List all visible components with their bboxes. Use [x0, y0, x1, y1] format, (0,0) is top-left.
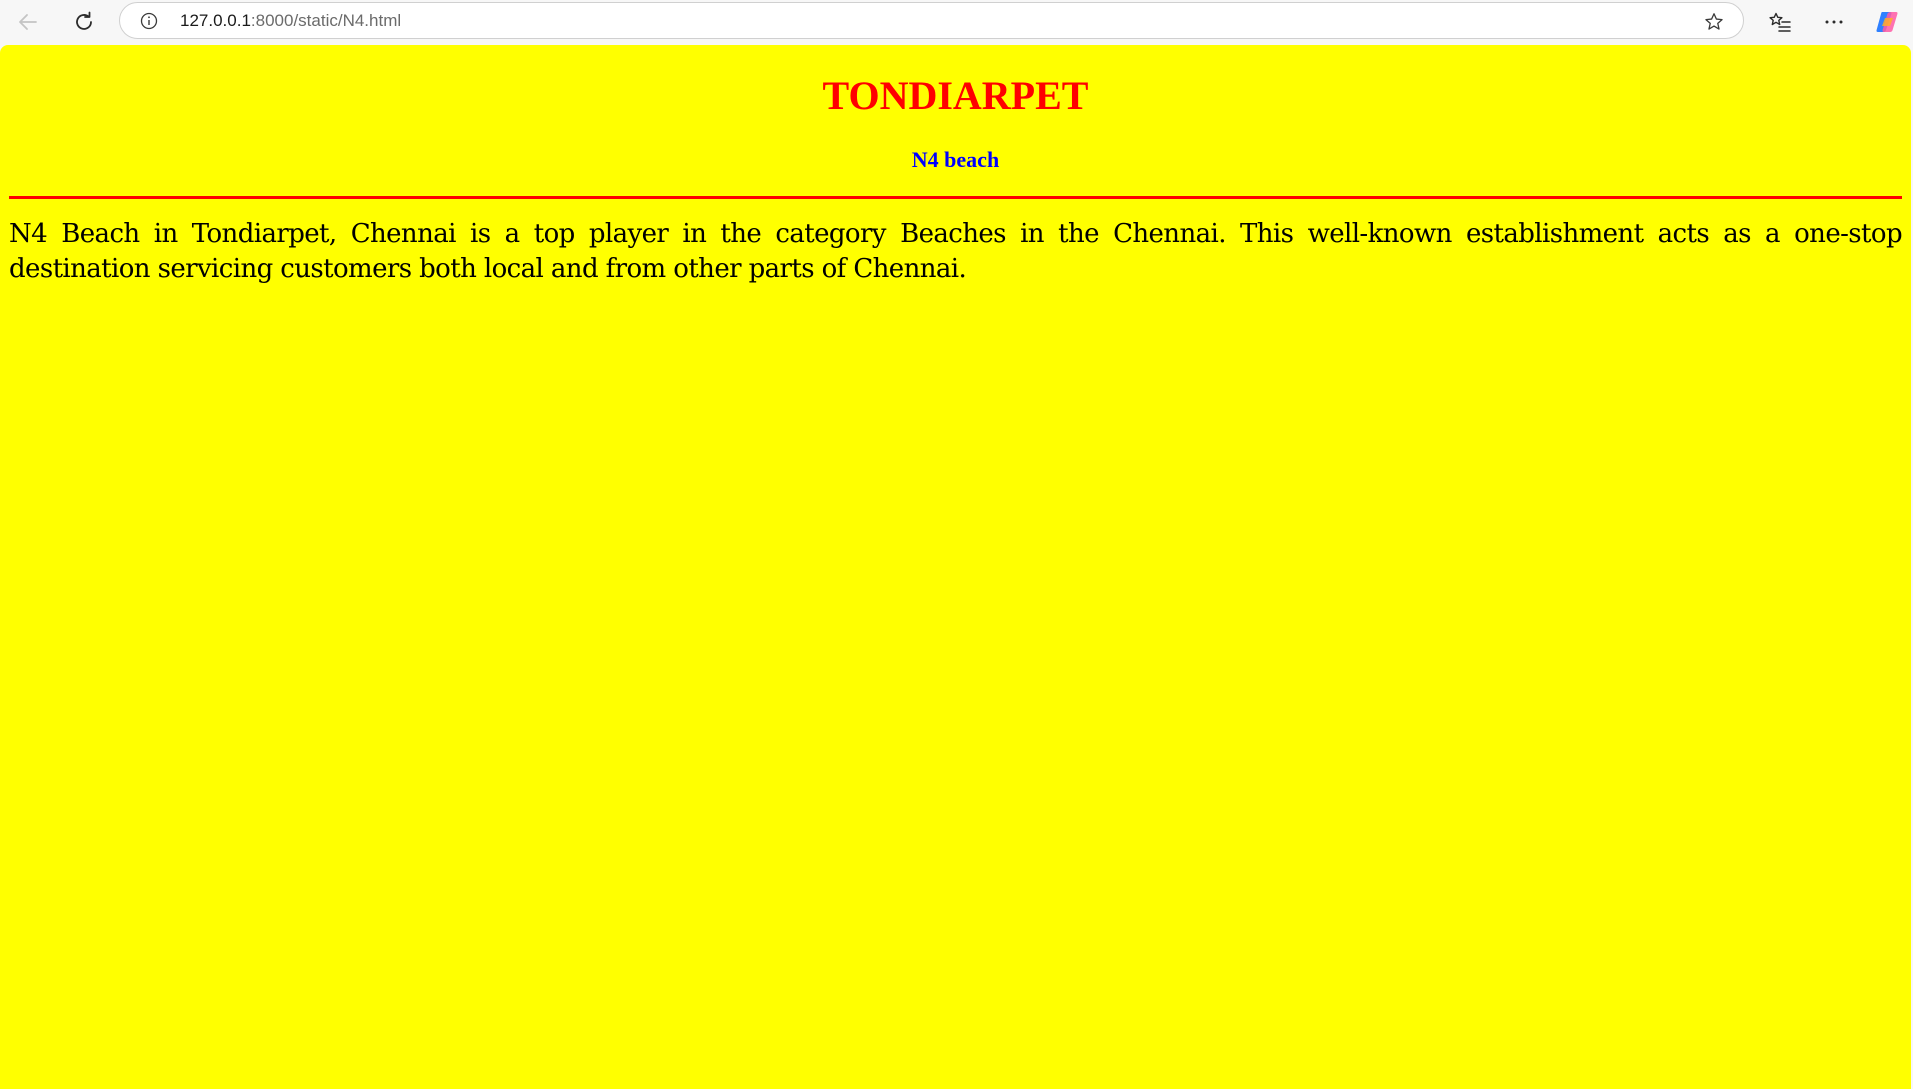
copilot-button[interactable] [1871, 6, 1903, 38]
page-title: TONDIARPET [822, 73, 1089, 118]
copilot-icon [1876, 12, 1898, 32]
back-button[interactable] [12, 6, 44, 38]
divider [9, 196, 1902, 199]
favorites-icon [1769, 12, 1791, 32]
reload-button[interactable] [68, 6, 100, 38]
browser-toolbar: 127.0.0.1:8000/static/N4.html [0, 0, 1913, 44]
more-icon [1825, 20, 1843, 24]
favorites-button[interactable] [1764, 6, 1796, 38]
info-icon[interactable] [140, 12, 158, 30]
page-paragraph: N4 Beach in Tondiarpet, Chennai is a top… [9, 219, 1903, 284]
more-button[interactable] [1818, 6, 1850, 38]
star-icon[interactable] [1703, 11, 1725, 33]
page-subtitle: N4 beach [911, 147, 1000, 172]
back-arrow-icon [19, 14, 37, 30]
url-path: :8000/static/N4.html [250, 11, 402, 30]
url-host: 127.0.0.1 [180, 11, 251, 30]
page-viewport: TONDIARPET N4 beach N4 Beach in Tondiarp… [0, 45, 1911, 1089]
url-text[interactable]: 127.0.0.1:8000/static/N4.html [180, 12, 401, 30]
address-bar[interactable]: 127.0.0.1:8000/static/N4.html [119, 2, 1744, 39]
reload-icon [76, 11, 92, 30]
